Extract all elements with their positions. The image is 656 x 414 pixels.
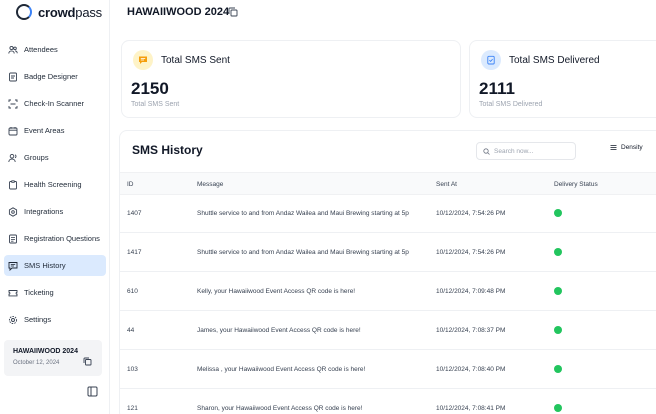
- column-header-delivery-status[interactable]: Delivery Status: [554, 181, 598, 188]
- cell-id: 44: [127, 327, 135, 334]
- stat-value: 2150: [131, 79, 169, 98]
- sidebar-item-groups[interactable]: Groups: [4, 147, 106, 168]
- cell-id: 1417: [127, 249, 142, 256]
- cell-message: Sharon, your Hawaiiwood Event Access QR …: [197, 405, 363, 412]
- sidebar-item-registration-questions[interactable]: Registration Questions: [4, 228, 106, 249]
- density-icon: [610, 144, 617, 151]
- copy-icon[interactable]: [228, 7, 238, 17]
- scan-icon: [8, 99, 18, 109]
- cell-id: 103: [127, 366, 138, 373]
- message-icon: [8, 261, 18, 271]
- delivery-status-dot: [554, 209, 562, 217]
- column-header-message[interactable]: Message: [197, 181, 423, 188]
- cell-id: 610: [127, 288, 138, 295]
- stat-value: 2111: [479, 79, 515, 98]
- delivery-status-dot: [554, 404, 562, 412]
- collapse-sidebar-icon[interactable]: [87, 386, 98, 397]
- delivery-status-dot: [554, 326, 562, 334]
- stat-title: Total SMS Delivered: [509, 55, 600, 66]
- sidebar-item-integrations[interactable]: Integrations: [4, 201, 106, 222]
- sidebar-item-label: Settings: [24, 315, 52, 324]
- sidebar-item-label: Attendees: [24, 45, 58, 54]
- cell-sent-at: 10/12/2024, 7:08:41 PM: [436, 405, 506, 412]
- event-name: HAWAIIWOOD 2024: [13, 348, 78, 355]
- column-header-id[interactable]: ID: [127, 181, 134, 188]
- logo-icon: [16, 4, 32, 20]
- sms-history-panel: SMS History Density ID Message Sent At D…: [119, 130, 656, 414]
- delivery-status-dot: [554, 248, 562, 256]
- sidebar-item-badge-designer[interactable]: Badge Designer: [4, 66, 106, 87]
- cell-message: Shuttle service to and from Andaz Wailea…: [197, 210, 409, 217]
- cell-message: Shuttle service to and from Andaz Wailea…: [197, 249, 409, 256]
- table-row[interactable]: 1407 Shuttle service to and from Andaz W…: [120, 195, 656, 233]
- users-icon: [8, 45, 18, 55]
- settings-icon: [8, 315, 18, 325]
- sidebar-item-label: Groups: [24, 153, 49, 162]
- cell-id: 121: [127, 405, 138, 412]
- sidebar: crowdpass Attendees Badge Designer Check…: [0, 0, 110, 414]
- sidebar-item-attendees[interactable]: Attendees: [4, 39, 106, 60]
- sidebar-item-label: Ticketing: [24, 288, 54, 297]
- sidebar-item-settings[interactable]: Settings: [4, 309, 106, 330]
- cell-sent-at: 10/12/2024, 7:54:26 PM: [436, 249, 506, 256]
- cell-message: Melissa , your Hawaiiwood Event Access Q…: [197, 366, 366, 373]
- search-icon: [483, 147, 490, 155]
- sidebar-item-label: SMS History: [24, 261, 66, 270]
- stat-label: Total SMS Sent: [131, 101, 180, 108]
- cell-sent-at: 10/12/2024, 7:54:26 PM: [436, 210, 506, 217]
- cell-sent-at: 10/12/2024, 7:09:48 PM: [436, 288, 506, 295]
- stat-card-sms-delivered: Total SMS Delivered 2111 Total SMS Deliv…: [469, 40, 656, 118]
- delivery-status-dot: [554, 287, 562, 295]
- group-icon: [8, 153, 18, 163]
- density-button[interactable]: Density: [610, 144, 643, 151]
- table-row[interactable]: 1417 Shuttle service to and from Andaz W…: [120, 234, 656, 272]
- density-label: Density: [621, 144, 643, 151]
- sidebar-nav: Attendees Badge Designer Check-In Scanne…: [0, 39, 110, 336]
- app-window: crowdpass Attendees Badge Designer Check…: [0, 0, 656, 414]
- search-input[interactable]: [494, 147, 574, 155]
- sidebar-item-label: Badge Designer: [24, 72, 78, 81]
- clipboard-icon: [8, 179, 18, 190]
- table-row[interactable]: 610 Kelly, your Hawaiiwood Event Access …: [120, 273, 656, 311]
- sidebar-item-label: Check-In Scanner: [24, 99, 85, 108]
- sidebar-item-label: Event Areas: [24, 126, 65, 135]
- sidebar-item-event-areas[interactable]: Event Areas: [4, 120, 106, 141]
- logo[interactable]: crowdpass: [16, 4, 102, 20]
- chat-icon: [133, 50, 153, 70]
- table-row[interactable]: 103 Melissa , your Hawaiiwood Event Acce…: [120, 351, 656, 389]
- event-card[interactable]: HAWAIIWOOD 2024 October 12, 2024: [4, 340, 102, 376]
- form-icon: [8, 234, 18, 244]
- badge-icon: [8, 72, 18, 82]
- sidebar-item-sms-history[interactable]: SMS History: [4, 255, 106, 276]
- delivery-status-dot: [554, 365, 562, 373]
- page-title: HAWAIIWOOD 2024: [127, 6, 230, 18]
- delivered-icon: [481, 50, 501, 70]
- sidebar-item-ticketing[interactable]: Ticketing: [4, 282, 106, 303]
- ticket-icon: [8, 288, 18, 298]
- cell-message: Kelly, your Hawaiiwood Event Access QR c…: [197, 288, 356, 295]
- stat-card-sms-sent: Total SMS Sent 2150 Total SMS Sent: [121, 40, 461, 118]
- cell-id: 1407: [127, 210, 142, 217]
- column-header-sent-at[interactable]: Sent At: [436, 181, 457, 188]
- table-row[interactable]: 44 James, your Hawaiiwood Event Access Q…: [120, 312, 656, 350]
- sidebar-item-health-screening[interactable]: Health Screening: [4, 174, 106, 195]
- cell-message: James, your Hawaiiwood Event Access QR c…: [197, 327, 361, 334]
- sidebar-item-label: Integrations: [24, 207, 64, 216]
- logo-text: crowdpass: [38, 4, 102, 20]
- table-row[interactable]: 121 Sharon, your Hawaiiwood Event Access…: [120, 390, 656, 414]
- search-box[interactable]: [476, 142, 576, 160]
- section-title: SMS History: [132, 143, 203, 157]
- gear-icon: [8, 206, 18, 217]
- table-header: ID Message Sent At Delivery Status: [120, 172, 656, 195]
- calendar-icon: [8, 126, 18, 136]
- sidebar-item-label: Registration Questions: [24, 234, 100, 243]
- copy-icon[interactable]: [83, 357, 92, 366]
- sidebar-item-label: Health Screening: [24, 180, 82, 189]
- stat-title: Total SMS Sent: [161, 55, 230, 66]
- cell-sent-at: 10/12/2024, 7:08:37 PM: [436, 327, 506, 334]
- stat-label: Total SMS Delivered: [479, 101, 543, 108]
- sidebar-item-check-in-scanner[interactable]: Check-In Scanner: [4, 93, 106, 114]
- cell-sent-at: 10/12/2024, 7:08:40 PM: [436, 366, 506, 373]
